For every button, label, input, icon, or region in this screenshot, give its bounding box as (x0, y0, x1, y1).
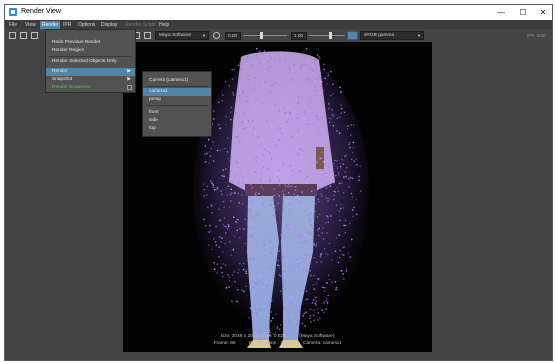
menu-help[interactable]: Help (159, 22, 169, 28)
submenu-item-camera1[interactable]: camera1 (143, 88, 211, 96)
menu-item-redo-previous-render[interactable]: Redo Previous Render (46, 39, 135, 47)
option-box-icon[interactable] (127, 85, 132, 90)
menu-separator (146, 86, 208, 87)
gamma-slider[interactable] (309, 32, 345, 39)
chevron-down-icon: ▼ (202, 33, 206, 38)
menu-bar: File View Render IPR Options Display Ren… (5, 20, 552, 29)
renderer-name-text: (Maya Software) (299, 334, 335, 339)
window-title: Render View (21, 8, 61, 15)
submenu-item-persp[interactable]: persp (143, 96, 211, 104)
menu-ipr[interactable]: IPR (63, 22, 71, 28)
camera-text: Camera: camera1 (302, 341, 342, 346)
camera-submenu: Current (camera1) camera1 persp front si… (142, 71, 212, 137)
open-image-icon[interactable] (9, 32, 16, 39)
render-time-text: Render Time : 1:04 (248, 341, 290, 346)
render-info-line-2: Frame: 86 Render Time : 1:04 Camera: cam… (123, 341, 432, 346)
render-size-text: size: 2048 x 2048 zoom: 0.521 (220, 334, 286, 339)
menu-item-snapshot[interactable]: Snapshot ▶ (46, 76, 135, 84)
color-space-dropdown[interactable]: sRGB gamma ▼ (360, 31, 424, 40)
exposure-field[interactable]: 0.00 (225, 32, 241, 40)
menu-item-render-selected-objects[interactable]: Render Selected Objects Only (46, 58, 135, 66)
title-bar: Render View — ☐ ✕ (5, 5, 552, 20)
chevron-down-icon: ▼ (417, 33, 421, 38)
gamma-field[interactable]: 1.00 (291, 32, 307, 40)
maximize-button[interactable]: ☐ (512, 7, 534, 18)
renderer-value: Maya Software (159, 33, 191, 38)
submenu-item-front[interactable]: front (143, 109, 211, 117)
menu-render[interactable]: Render (40, 21, 61, 29)
render-menu-dropdown: Redo Previous Render Render Region Rende… (45, 29, 136, 93)
minimize-button[interactable]: — (490, 7, 512, 18)
render-view-window: Render View — ☐ ✕ File View Render IPR O… (4, 4, 553, 361)
menu-item-render[interactable]: Render ▶ (46, 68, 135, 76)
exposure-icon (213, 32, 220, 39)
render-info-line-1: size: 2048 x 2048 zoom: 0.521 (Maya Soft… (123, 334, 432, 339)
submenu-item-top[interactable]: top (143, 125, 211, 133)
submenu-item-side[interactable]: side (143, 117, 211, 125)
close-button[interactable]: ✕ (532, 7, 552, 18)
figure-torso (229, 51, 335, 193)
menu-view[interactable]: View (25, 22, 36, 28)
render-view-app-icon (9, 8, 17, 16)
submenu-arrow-icon: ▶ (127, 69, 131, 74)
renderer-dropdown[interactable]: Maya Software ▼ (155, 31, 209, 40)
menu-item-render-region[interactable]: Render Region (46, 47, 135, 55)
menu-options[interactable]: Options (78, 22, 95, 28)
menu-render-script[interactable]: Render Script (125, 22, 156, 28)
color-space-value: sRGB gamma (364, 33, 395, 38)
keep-image-icon[interactable] (144, 32, 151, 39)
menu-separator (49, 56, 132, 57)
ipr-memory-status: IPR: 0MB (526, 33, 546, 38)
menu-display[interactable]: Display (101, 22, 117, 28)
save-image-icon[interactable] (20, 32, 27, 39)
exposure-slider[interactable] (243, 32, 287, 39)
color-management-toggle[interactable] (347, 31, 358, 40)
menu-item-render-sequence[interactable]: Render Sequence (46, 84, 135, 92)
menu-separator (146, 105, 208, 106)
gamma-slider-thumb[interactable] (329, 32, 332, 39)
render-region-icon[interactable] (31, 32, 38, 39)
submenu-arrow-icon: ▶ (127, 77, 131, 82)
exposure-slider-thumb[interactable] (260, 32, 263, 39)
frame-text: Frame: 86 (213, 341, 236, 346)
menu-file[interactable]: File (9, 22, 17, 28)
submenu-item-current-camera[interactable]: Current (camera1) (143, 77, 211, 85)
